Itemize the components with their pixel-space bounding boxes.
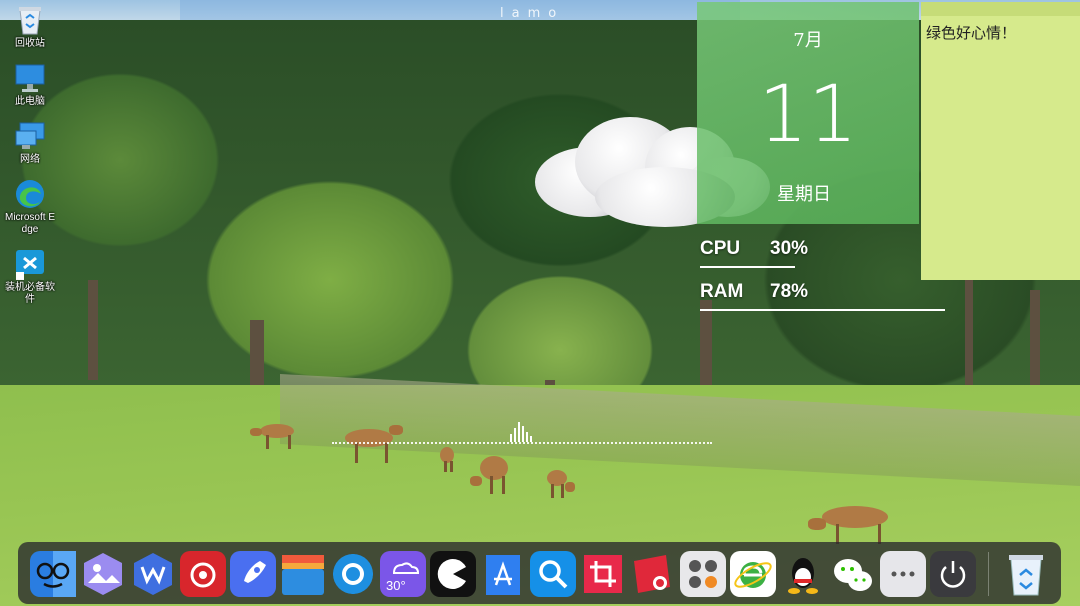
desktop-icon-this-pc[interactable]: 此电脑	[4, 62, 56, 108]
desktop-icon-installer[interactable]: 装机必备软件	[4, 248, 56, 306]
dock-item-more[interactable]	[880, 551, 926, 597]
desktop-icons: 回收站 此电脑 网络 Microsoft Edge 装机必备软件	[4, 4, 56, 318]
dock-item-wechat[interactable]	[830, 551, 876, 597]
dock-item-launcher[interactable]	[230, 551, 276, 597]
desktop-icon-label: 回收站	[15, 38, 45, 49]
wechat-icon	[834, 559, 872, 591]
tree-trunk	[88, 280, 98, 380]
desktop-icon-recycle-bin[interactable]: 回收站	[4, 4, 56, 50]
calendar-weekday: 星期日	[777, 184, 831, 205]
cpu-value: 30%	[770, 238, 809, 259]
calendar-month: 7月	[793, 30, 823, 51]
dock-item-calculator[interactable]	[680, 551, 726, 597]
calendar-day: 11	[758, 70, 858, 160]
pacman-icon	[430, 551, 476, 597]
dock-item-ie-browser[interactable]	[730, 551, 776, 597]
netease-music-icon	[180, 551, 226, 597]
power-icon	[930, 551, 976, 597]
ram-value: 78%	[770, 281, 809, 302]
edge-icon	[14, 178, 46, 210]
dock-item-finder[interactable]	[30, 551, 76, 597]
dock-item-app-store[interactable]	[480, 551, 526, 597]
weather-temp: 30°	[386, 578, 406, 593]
visualizer-bar	[518, 422, 520, 442]
desktop-icon-label: 网络	[20, 154, 40, 165]
installer-icon	[14, 248, 46, 280]
more-icon	[880, 551, 926, 597]
visualizer-bar	[526, 432, 528, 442]
qq-icon	[788, 558, 818, 594]
deer	[468, 450, 514, 496]
dock-item-power[interactable]	[930, 551, 976, 597]
deer	[250, 420, 300, 450]
cpu-usage-bar	[700, 266, 795, 268]
deer	[543, 466, 577, 500]
settings-gear-icon	[333, 554, 373, 594]
desktop-icon-edge[interactable]: Microsoft Edge	[4, 178, 56, 236]
computer-icon	[14, 62, 46, 94]
cpu-meter: CPU 30%	[700, 238, 809, 268]
desktop-icon-label: Microsoft Edge	[4, 212, 55, 235]
dock-item-folder[interactable]	[280, 551, 326, 597]
desktop-icon-label: 装机必备软件	[5, 282, 55, 305]
folder-icon	[282, 555, 324, 595]
visualizer-bar	[522, 426, 524, 442]
tree-trunk	[700, 300, 712, 395]
desktop-icon-label: 此电脑	[15, 96, 45, 107]
recycle-bin-icon	[14, 4, 46, 36]
deer	[438, 445, 458, 473]
dock-item-recycle-bin[interactable]	[1003, 551, 1049, 597]
ie-browser-icon	[730, 551, 776, 597]
ram-label: RAM	[700, 281, 744, 302]
tree-trunk	[250, 320, 264, 390]
screen-record-icon	[634, 555, 670, 593]
ram-meter: RAM 78%	[700, 281, 945, 311]
search-icon	[530, 551, 576, 597]
dock-item-search[interactable]	[530, 551, 576, 597]
desktop-icon-network[interactable]: 网络	[4, 120, 56, 166]
dock-item-weather[interactable]: 30°	[380, 551, 426, 597]
deer	[808, 500, 900, 544]
sticky-note[interactable]: 绿色好心情！	[921, 2, 1080, 280]
dock-item-crop[interactable]	[580, 551, 626, 597]
app-store-icon	[486, 555, 520, 595]
visualizer-bar	[510, 434, 512, 442]
recycle-bin-icon	[1009, 555, 1043, 596]
dock-item-netease-music[interactable]	[180, 551, 226, 597]
dock-item-screen-record[interactable]	[630, 551, 676, 597]
wallpaper-watermark: lamo	[500, 6, 565, 21]
note-text: 绿色好心情！	[926, 24, 1017, 42]
finder-face-icon	[30, 551, 76, 597]
cpu-label: CPU	[700, 238, 741, 259]
dock-item-wps[interactable]	[130, 551, 176, 597]
visualizer-bar	[514, 428, 516, 442]
calendar-widget[interactable]: 7月 11 星期日	[697, 2, 919, 224]
ram-usage-bar	[700, 309, 945, 311]
network-icon	[14, 120, 46, 152]
audio-visualizer	[332, 420, 712, 444]
visualizer-baseline	[332, 442, 712, 444]
calculator-icon	[680, 551, 726, 597]
dock-item-photos[interactable]	[80, 551, 126, 597]
dock: 30°	[18, 542, 1061, 604]
dock-separator	[988, 552, 989, 596]
crop-icon	[584, 555, 622, 593]
wps-icon	[134, 553, 172, 595]
dock-item-qq[interactable]	[780, 551, 826, 597]
dock-item-pacman[interactable]	[430, 551, 476, 597]
rocket-launcher-icon	[230, 551, 276, 597]
photos-icon	[84, 553, 122, 595]
dock-item-settings[interactable]	[330, 551, 376, 597]
